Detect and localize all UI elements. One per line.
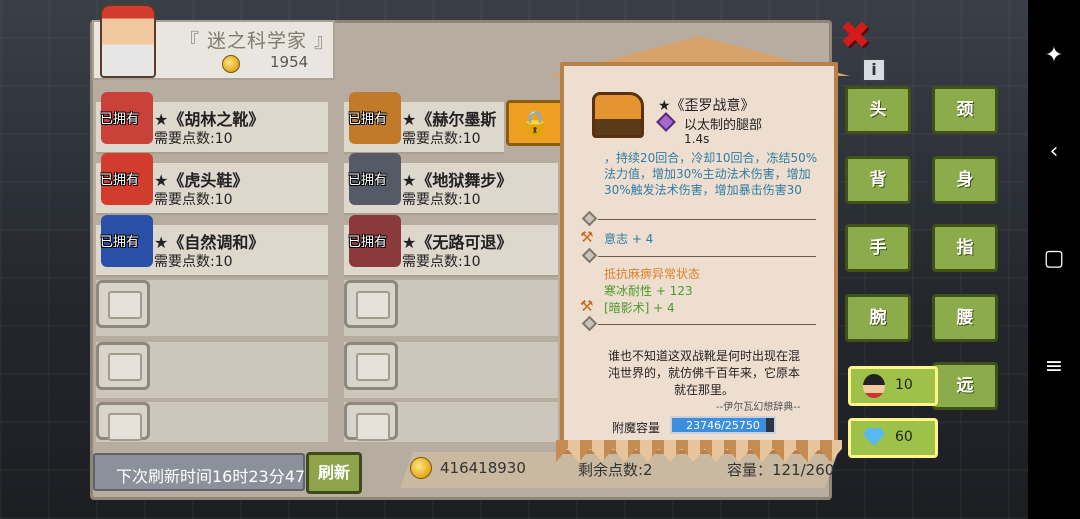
total-gold: 416418930 (440, 459, 526, 477)
enchant-value: 23746/25750 (686, 419, 760, 432)
tooltip-quote: --伊尔瓦幻想辞典-- (716, 402, 801, 413)
gem-icon (863, 428, 885, 446)
capacity: 容量：121/260 (727, 461, 835, 479)
empty-slot[interactable] (96, 280, 150, 328)
home-icon[interactable]: ▢ (1042, 247, 1066, 271)
slot-body-button[interactable]: 身 (932, 156, 998, 204)
empty-slot[interactable] (344, 402, 398, 441)
item-card[interactable]: 已拥有 ★《无路可退》 需要点数:10 (344, 215, 558, 277)
remaining-points: 剩余点数:2 (578, 461, 653, 479)
owned-label: 已拥有 (348, 235, 388, 250)
owned-label: 已拥有 (348, 173, 388, 188)
item-card[interactable]: 已拥有 ★《自然调和》 需要点数:10 (96, 215, 328, 277)
item-name: ★《胡林之靴》 (154, 110, 265, 129)
slot-wrist-button[interactable]: 腕 (845, 294, 911, 342)
item-cost: 需要点数:10 (402, 131, 481, 147)
back-icon[interactable]: ‹ (1042, 140, 1066, 164)
slot-back-button[interactable]: 背 (845, 156, 911, 204)
item-card[interactable]: 已拥有 ★《胡林之靴》 需要点数:10 (96, 92, 328, 154)
tooltip-material: 以太制的腿部 (684, 118, 763, 133)
slot-head-button[interactable]: 头 (845, 86, 911, 134)
heads-value: 10 (895, 377, 913, 393)
item-card[interactable]: 已拥有 ★《地狱舞步》 需要点数:10 (344, 153, 558, 215)
divider (598, 324, 816, 325)
stat-shadow: [暗影术] + 4 (604, 301, 675, 315)
item-name: ★《虎头鞋》 (154, 171, 249, 190)
enchant-bar: 23746/25750 (670, 416, 776, 434)
tooltip-description: ，持续20回合，冷却10回合，冻结50%法力值，增加30%主动法术伤害，增加30… (604, 151, 818, 197)
empty-slot[interactable] (344, 342, 398, 390)
owned-label: 已拥有 (100, 235, 140, 250)
hammer-icon: ⚒ (580, 228, 594, 246)
close-button[interactable]: ✖ (838, 16, 872, 54)
empty-slot[interactable] (344, 280, 398, 328)
heads-counter[interactable]: 10 (848, 366, 938, 406)
tooltip-lore: 谁也不知道这双战靴是何时出现在混沌世界的，就仿佛千百年来，它原本就在那里。 (607, 349, 800, 397)
gems-counter[interactable]: 60 (848, 418, 938, 458)
merchant-title: 『 迷之科学家 』 (180, 30, 335, 52)
gems-value: 60 (895, 429, 913, 445)
slot-neck-button[interactable]: 颈 (932, 86, 998, 134)
empty-slot[interactable] (96, 342, 150, 390)
item-card[interactable]: 已拥有 ★《赫尔墨斯 需要点数:10 (344, 92, 504, 154)
item-cost: 需要点数:10 (154, 254, 233, 270)
character-head-icon (863, 374, 885, 398)
accessibility-icon[interactable]: ✦ (1042, 44, 1066, 68)
slot-ranged-button[interactable]: 远 (932, 362, 998, 410)
item-card[interactable]: 已拥有 ★《虎头鞋》 需要点数:10 (96, 153, 328, 215)
info-button[interactable]: i (862, 58, 886, 82)
refresh-time: 下次刷新时间16时23分47 (116, 467, 306, 486)
owned-label: 已拥有 (100, 112, 140, 127)
enchant-label: 附魔容量 (612, 421, 661, 435)
merchant-avatar (100, 4, 156, 78)
owned-label: 已拥有 (100, 173, 140, 188)
merchant-gold: 1954 (270, 53, 309, 71)
slot-hand-button[interactable]: 手 (845, 224, 911, 272)
item-cost: 需要点数:10 (402, 192, 481, 208)
divider (598, 256, 816, 257)
menu-icon[interactable]: ≡ (1042, 355, 1066, 379)
stat-paralysis: 抵抗麻痹异常状态 (604, 267, 701, 281)
hammer-icon: ⚒ (580, 297, 594, 315)
slot-waist-button[interactable]: 腰 (932, 294, 998, 342)
boot-icon (592, 92, 644, 138)
coin-icon (410, 457, 432, 479)
item-cost: 需要点数:10 (402, 254, 481, 270)
owned-label: 已拥有 (348, 112, 388, 127)
tooltip-speed: 1.4s (684, 132, 710, 146)
coin-icon (222, 55, 240, 73)
item-cost: 需要点数:10 (154, 192, 233, 208)
lock-button[interactable]: 🔒 (506, 100, 564, 146)
item-name: ★《无路可退》 (402, 233, 513, 252)
empty-slot[interactable] (96, 402, 150, 441)
tooltip-item-name: ★《歪罗战意》 (658, 98, 755, 114)
refresh-button[interactable]: 刷新 (306, 452, 362, 494)
stat-will: 意志 + 4 (604, 232, 654, 246)
item-name: ★《地狱舞步》 (402, 171, 513, 190)
divider (598, 219, 816, 220)
item-name: ★《自然调和》 (154, 233, 265, 252)
stat-cold: 寒冰耐性 + 123 (604, 284, 693, 298)
slot-finger-button[interactable]: 指 (932, 224, 998, 272)
item-cost: 需要点数:10 (154, 131, 233, 147)
item-name: ★《赫尔墨斯 (402, 110, 497, 129)
